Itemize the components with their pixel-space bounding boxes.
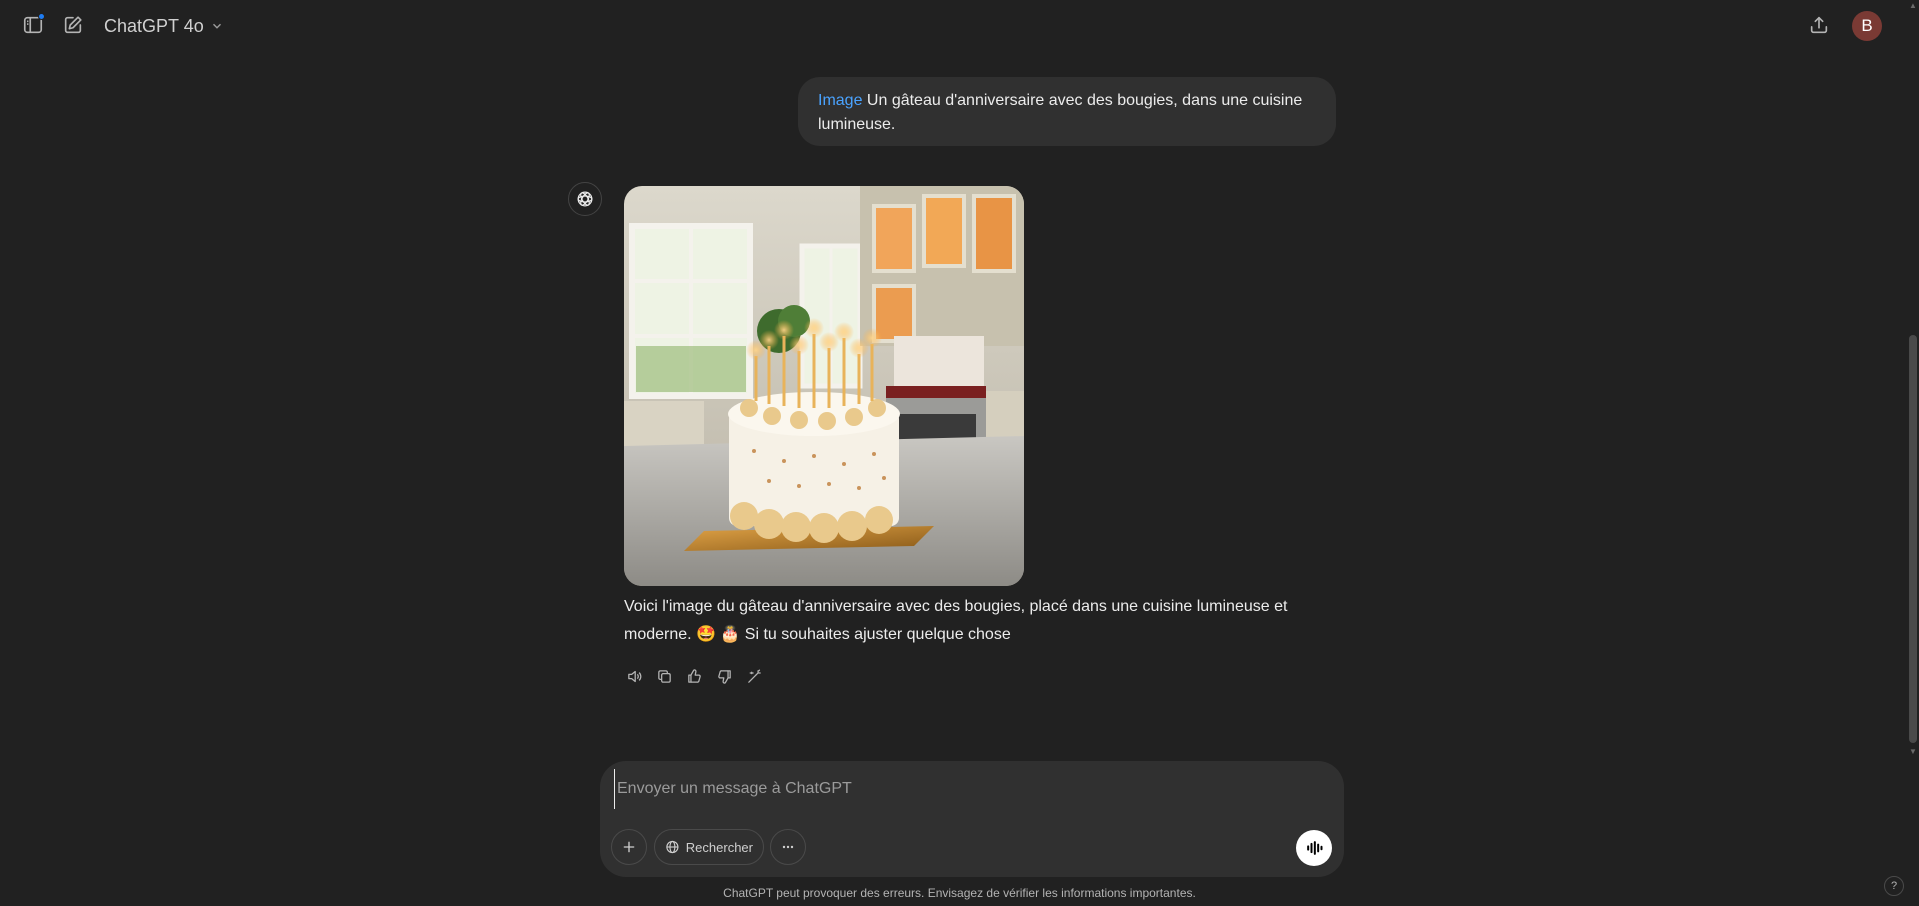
read-aloud-icon[interactable] <box>624 664 644 688</box>
message-input[interactable] <box>614 769 1314 809</box>
chevron-down-icon <box>212 23 221 29</box>
notification-dot <box>38 13 45 20</box>
openai-logo-icon <box>568 182 602 216</box>
disclaimer-text: ChatGPT peut provoquer des erreurs. Envi… <box>723 886 1196 900</box>
scrollbar-thumb[interactable] <box>1909 335 1917 743</box>
model-switcher[interactable]: ChatGPT 4o <box>104 12 224 40</box>
message-actions <box>624 664 764 688</box>
new-chat-icon[interactable] <box>60 12 86 38</box>
share-icon[interactable] <box>1806 12 1832 38</box>
user-message-bubble: Image Un gâteau d'anniversaire avec des … <box>798 77 1336 146</box>
voice-icon <box>1307 841 1323 855</box>
globe-icon <box>666 840 679 854</box>
more-tools-button[interactable] <box>770 829 806 865</box>
scrollbar[interactable]: ▲ ▼ <box>1905 0 1919 760</box>
scroll-down-arrow[interactable]: ▼ <box>1909 748 1917 756</box>
help-button[interactable]: ? <box>1884 876 1904 896</box>
sidebar-toggle-icon[interactable] <box>20 12 46 38</box>
scroll-up-arrow[interactable]: ▲ <box>1909 2 1917 10</box>
plus-icon <box>623 841 635 853</box>
more-icon <box>782 845 794 849</box>
search-button[interactable]: Rechercher <box>654 829 764 865</box>
message-composer: Rechercher <box>600 761 1344 877</box>
edit-image-icon[interactable] <box>744 664 764 688</box>
chat-app: ChatGPT 4o B ▲ ▼ Image Un gâteau d'anniv… <box>0 0 1919 906</box>
search-button-label: Rechercher <box>685 839 753 855</box>
user-message-text: Un gâteau d'anniversaire avec des bougie… <box>818 92 1303 133</box>
top-bar: ChatGPT 4o B <box>0 0 1919 52</box>
assistant-message-text: Voici l'image du gâteau d'anniversaire a… <box>624 598 1288 643</box>
generated-image[interactable] <box>624 186 1024 586</box>
image-tool-tag: Image <box>818 92 863 109</box>
thumbs-down-icon[interactable] <box>714 664 734 688</box>
attach-button[interactable] <box>611 829 647 865</box>
voice-mode-button[interactable] <box>1296 830 1332 866</box>
thumbs-up-icon[interactable] <box>684 664 704 688</box>
model-name: ChatGPT 4o <box>104 15 204 36</box>
copy-icon[interactable] <box>654 664 674 688</box>
user-avatar[interactable]: B <box>1852 11 1882 41</box>
